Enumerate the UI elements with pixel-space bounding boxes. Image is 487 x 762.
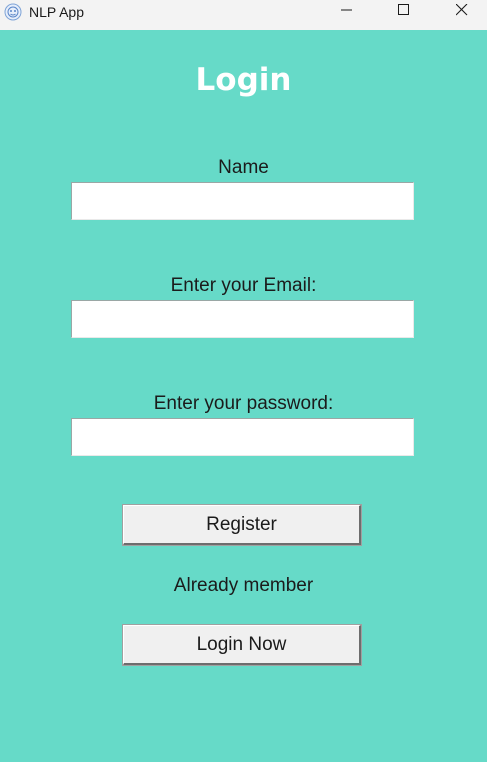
name-input[interactable] [71,182,414,220]
maximize-icon [398,3,410,21]
password-input[interactable] [71,418,414,456]
page-title: Login [195,62,292,98]
minimize-button[interactable] [324,0,370,24]
nlp-app-icon [4,3,22,21]
login-now-button[interactable]: Login Now [122,624,362,666]
maximize-button[interactable] [381,0,427,24]
password-label: Enter your password: [153,393,334,414]
app-window: NLP App Login Name Enter your Email: Ent… [0,0,487,762]
close-button[interactable] [439,0,485,24]
minimize-icon [341,3,353,21]
already-member-text: Already member [173,575,314,596]
close-icon [455,3,468,21]
name-label: Name [218,157,269,178]
window-title: NLP App [29,4,85,20]
title-bar[interactable]: NLP App [0,0,487,30]
email-input[interactable] [71,300,414,338]
register-button[interactable]: Register [122,504,362,546]
email-label: Enter your Email: [170,275,317,296]
